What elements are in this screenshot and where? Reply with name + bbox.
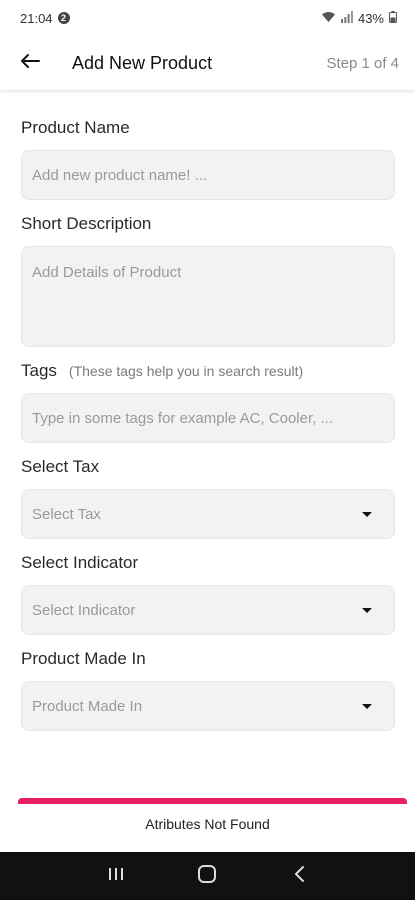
system-nav-bar <box>0 852 415 900</box>
home-button[interactable] <box>191 860 223 892</box>
short-description-label: Short Description <box>21 214 152 233</box>
product-made-in-label: Product Made In <box>21 649 146 668</box>
product-name-label: Product Name <box>21 118 130 137</box>
status-left: 21:04 2 <box>20 11 70 26</box>
select-indicator-placeholder: Select Indicator <box>32 601 136 619</box>
product-form: Product Name Add new product name! ... S… <box>21 92 395 731</box>
back-button[interactable] <box>18 51 42 75</box>
dropdown-arrow-icon <box>362 511 372 517</box>
notification-badge: 2 <box>57 12 70 24</box>
status-time: 21:04 <box>20 10 53 26</box>
system-back-button[interactable] <box>283 860 315 892</box>
dropdown-arrow-icon <box>362 703 372 709</box>
app-bar: Add New Product Step 1 of 4 <box>0 36 415 90</box>
home-icon <box>197 864 217 889</box>
tags-label-row: Tags (These tags help you in search resu… <box>21 361 395 381</box>
product-made-in-placeholder: Product Made In <box>32 697 143 715</box>
select-indicator-label: Select Indicator <box>21 553 139 572</box>
status-bar: 21:04 2 43% <box>0 0 415 36</box>
product-name-input[interactable]: Add new product name! ... <box>21 150 395 200</box>
product-made-in-dropdown[interactable]: Product Made In <box>21 681 395 731</box>
short-description-input[interactable]: Add Details of Product <box>21 246 395 347</box>
select-tax-label: Select Tax <box>21 457 100 476</box>
tags-input[interactable]: Type in some tags for example AC, Cooler… <box>21 393 395 443</box>
tags-label: Tags <box>21 361 57 380</box>
tags-hint: (These tags help you in search result) <box>68 363 304 379</box>
select-tax-dropdown[interactable]: Select Tax <box>21 489 395 539</box>
chevron-left-icon <box>293 865 305 888</box>
wifi-icon <box>321 11 336 26</box>
battery-percent: 43% <box>357 10 384 26</box>
page-title: Add New Product <box>72 52 213 73</box>
signal-icon <box>340 10 353 26</box>
select-indicator-dropdown[interactable]: Select Indicator <box>21 585 395 635</box>
battery-icon <box>389 10 397 26</box>
product-name-placeholder: Add new product name! ... <box>32 166 208 184</box>
accent-bar <box>18 798 407 804</box>
step-indicator: Step 1 of 4 <box>326 54 399 72</box>
status-right: 43% <box>321 10 397 26</box>
recent-apps-icon <box>107 866 125 887</box>
dropdown-arrow-icon <box>362 607 372 613</box>
tags-placeholder: Type in some tags for example AC, Cooler… <box>32 409 333 427</box>
recent-apps-button[interactable] <box>100 860 132 892</box>
select-tax-placeholder: Select Tax <box>32 505 101 523</box>
arrow-left-icon <box>20 53 40 74</box>
short-description-placeholder: Add Details of Product <box>32 264 182 281</box>
attributes-message: Atributes Not Found <box>145 816 270 832</box>
